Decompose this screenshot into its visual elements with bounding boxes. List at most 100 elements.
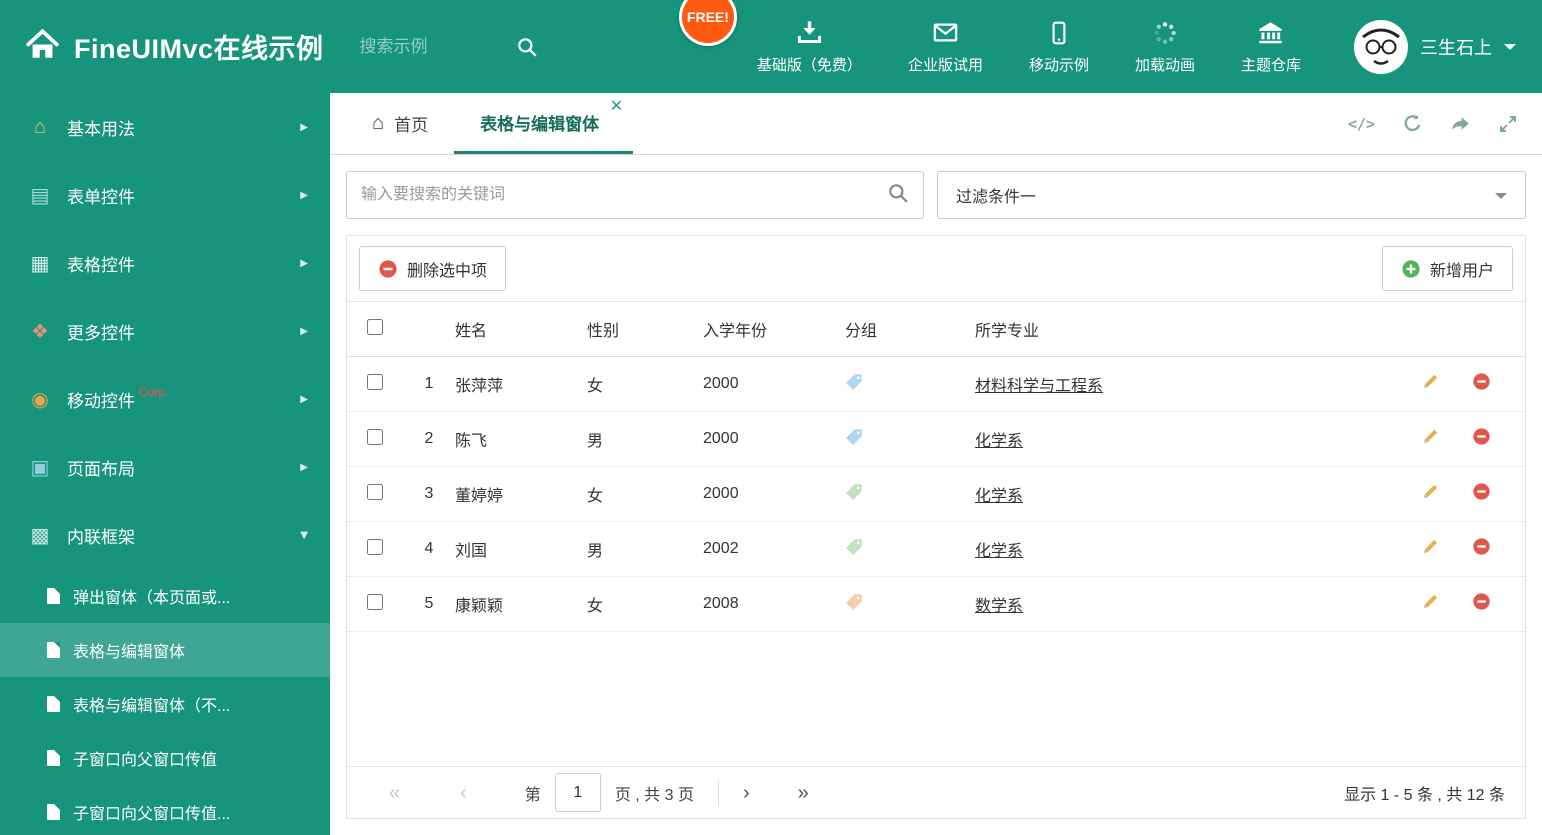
main-area: ⌂ 首页 表格与编辑窗体 ✕ </> 输入要搜索的关键词 过滤条件一 删除选中项… <box>330 93 1542 835</box>
sidebar-subitem[interactable]: 弹出窗体（本页面或... <box>0 569 330 623</box>
row-checkbox[interactable] <box>367 538 383 555</box>
sidebar-item-icon: ▤ <box>30 184 50 207</box>
major-link[interactable]: 材料科学与工程系 <box>975 378 1103 395</box>
row-checkbox[interactable] <box>367 428 383 445</box>
sidebar-item[interactable]: ▦ 表格控件 ▶ <box>0 229 330 297</box>
header-search <box>359 36 538 58</box>
chevron-icon: ▶ <box>300 325 308 337</box>
sidebar-item-icon: ◉ <box>31 388 49 411</box>
top-header: FineUIMvc在线示例 FREE! 基础版（免费 <box>0 0 1542 93</box>
keyword-search-input[interactable] <box>361 186 887 204</box>
sidebar-item[interactable]: ▣ 页面布局 ▶ <box>0 433 330 501</box>
brand[interactable]: FineUIMvc在线示例 <box>26 27 324 66</box>
row-checkbox[interactable] <box>367 593 383 610</box>
nav-item-enterprise-trial[interactable]: 企业版试用 <box>885 19 1006 75</box>
plus-circle-icon <box>1401 259 1421 279</box>
sidebar-subitem-label: 子窗口向父窗口传值 <box>73 752 218 769</box>
sidebar-item-label: 内联框架 <box>67 527 135 547</box>
envelope-icon <box>932 19 959 46</box>
cell-gender: 女 <box>587 576 703 632</box>
tab-bar: ⌂ 首页 表格与编辑窗体 ✕ </> <box>330 93 1542 155</box>
col-name: 姓名 <box>455 301 587 357</box>
divider <box>717 779 719 806</box>
delete-selected-button[interactable]: 删除选中项 <box>359 246 507 291</box>
major-link[interactable]: 化学系 <box>975 543 1023 560</box>
delete-button[interactable] <box>1472 592 1491 616</box>
table-row: 1 张萍萍 女 2000 材料科学与工程系 <box>347 356 1525 412</box>
sidebar-item-icon: ❖ <box>31 320 49 343</box>
chevron-icon: ▶ <box>300 393 308 405</box>
sidebar: ⌂ 基本用法 ▶ ▤ 表单控件 ▶ ▦ 表格控件 ▶ ❖ 更多控件 ▶ ◉ 移动… <box>0 93 330 835</box>
nav-label: 加载动画 <box>1134 56 1195 74</box>
edit-button[interactable] <box>1421 482 1440 506</box>
tab-home[interactable]: ⌂ 首页 <box>346 93 454 154</box>
nav-item-loading-animation[interactable]: 加载动画 <box>1112 19 1218 75</box>
major-link[interactable]: 化学系 <box>975 488 1023 505</box>
search-icon[interactable] <box>887 182 909 209</box>
filter-dropdown-value: 过滤条件一 <box>956 189 1037 206</box>
sidebar-subitem[interactable]: 表格与编辑窗体 <box>0 623 330 677</box>
sidebar-item[interactable]: ❖ 更多控件 ▶ <box>0 297 330 365</box>
close-tab-icon[interactable]: ✕ <box>610 99 623 115</box>
sidebar-subitem[interactable]: 表格与编辑窗体（不... <box>0 677 330 731</box>
download-icon <box>796 19 823 46</box>
user-name: 三生石上 <box>1420 37 1492 58</box>
nav-label: 移动示例 <box>1028 56 1089 74</box>
edit-button[interactable] <box>1421 372 1440 396</box>
table-row: 5 康颖颖 女 2008 数学系 <box>347 576 1525 632</box>
header-search-input[interactable] <box>359 36 510 57</box>
filter-dropdown[interactable]: 过滤条件一 <box>937 171 1526 219</box>
file-icon <box>47 750 60 766</box>
cell-gender: 男 <box>587 411 703 467</box>
first-page-button[interactable]: « <box>389 783 400 803</box>
sidebar-subitem[interactable]: 子窗口向父窗口传值... <box>0 785 330 835</box>
chevron-icon: ▶ <box>300 461 308 473</box>
app-window: FineUIMvc在线示例 FREE! 基础版（免费 <box>0 0 1542 835</box>
sidebar-subitem[interactable]: 子窗口向父窗口传值 <box>0 731 330 785</box>
major-link[interactable]: 数学系 <box>975 598 1023 615</box>
edit-button[interactable] <box>1421 427 1440 451</box>
expand-icon[interactable] <box>1498 114 1518 134</box>
file-icon <box>47 804 60 820</box>
nav-item-basic-edition[interactable]: FREE! 基础版（免费） <box>669 0 885 75</box>
search-icon[interactable] <box>516 36 538 58</box>
bank-icon <box>1257 19 1284 46</box>
delete-button[interactable] <box>1472 372 1491 396</box>
add-user-label: 新增用户 <box>1429 262 1494 280</box>
edit-button[interactable] <box>1421 592 1440 616</box>
sidebar-item[interactable]: ▤ 表单控件 ▶ <box>0 161 330 229</box>
minus-circle-icon <box>378 259 398 279</box>
refresh-icon[interactable] <box>1402 113 1423 134</box>
file-icon <box>47 696 60 712</box>
share-icon[interactable] <box>1450 113 1471 134</box>
delete-button[interactable] <box>1472 482 1491 506</box>
row-number: 1 <box>403 356 455 412</box>
sidebar-item[interactable]: ▩ 内联框架 ▶ <box>0 501 330 569</box>
delete-button[interactable] <box>1472 427 1491 451</box>
user-menu[interactable]: 三生石上 <box>1354 19 1516 74</box>
last-page-button[interactable]: » <box>798 783 809 803</box>
select-all-checkbox[interactable] <box>367 318 383 335</box>
row-checkbox[interactable] <box>367 373 383 390</box>
chevron-icon: ▶ <box>298 531 310 539</box>
sidebar-item[interactable]: ⌂ 基本用法 ▶ <box>0 93 330 161</box>
add-user-button[interactable]: 新增用户 <box>1381 246 1513 291</box>
tag-icon <box>845 427 864 446</box>
nav-item-mobile-demo[interactable]: 移动示例 <box>1006 19 1112 75</box>
next-page-button[interactable]: › <box>743 783 750 803</box>
row-checkbox[interactable] <box>367 483 383 500</box>
grid-toolbar: 删除选中项 新增用户 <box>347 236 1525 301</box>
nav-label: 基础版（免费） <box>756 56 862 74</box>
source-code-icon[interactable]: </> <box>1348 115 1375 133</box>
nav-label: 主题仓库 <box>1240 56 1301 74</box>
tab-grid-edit-window[interactable]: 表格与编辑窗体 ✕ <box>454 93 634 154</box>
major-link[interactable]: 化学系 <box>975 433 1023 450</box>
sidebar-item-icon: ▩ <box>30 524 50 547</box>
delete-button[interactable] <box>1472 537 1491 561</box>
page-number-input[interactable] <box>554 773 601 812</box>
sidebar-item-icon: ▦ <box>30 252 50 275</box>
edit-button[interactable] <box>1421 537 1440 561</box>
nav-item-theme-store[interactable]: 主题仓库 <box>1218 19 1324 75</box>
sidebar-item[interactable]: ◉ 移动控件 Corp. ▶ <box>0 365 330 433</box>
prev-page-button[interactable]: ‹ <box>460 783 467 803</box>
